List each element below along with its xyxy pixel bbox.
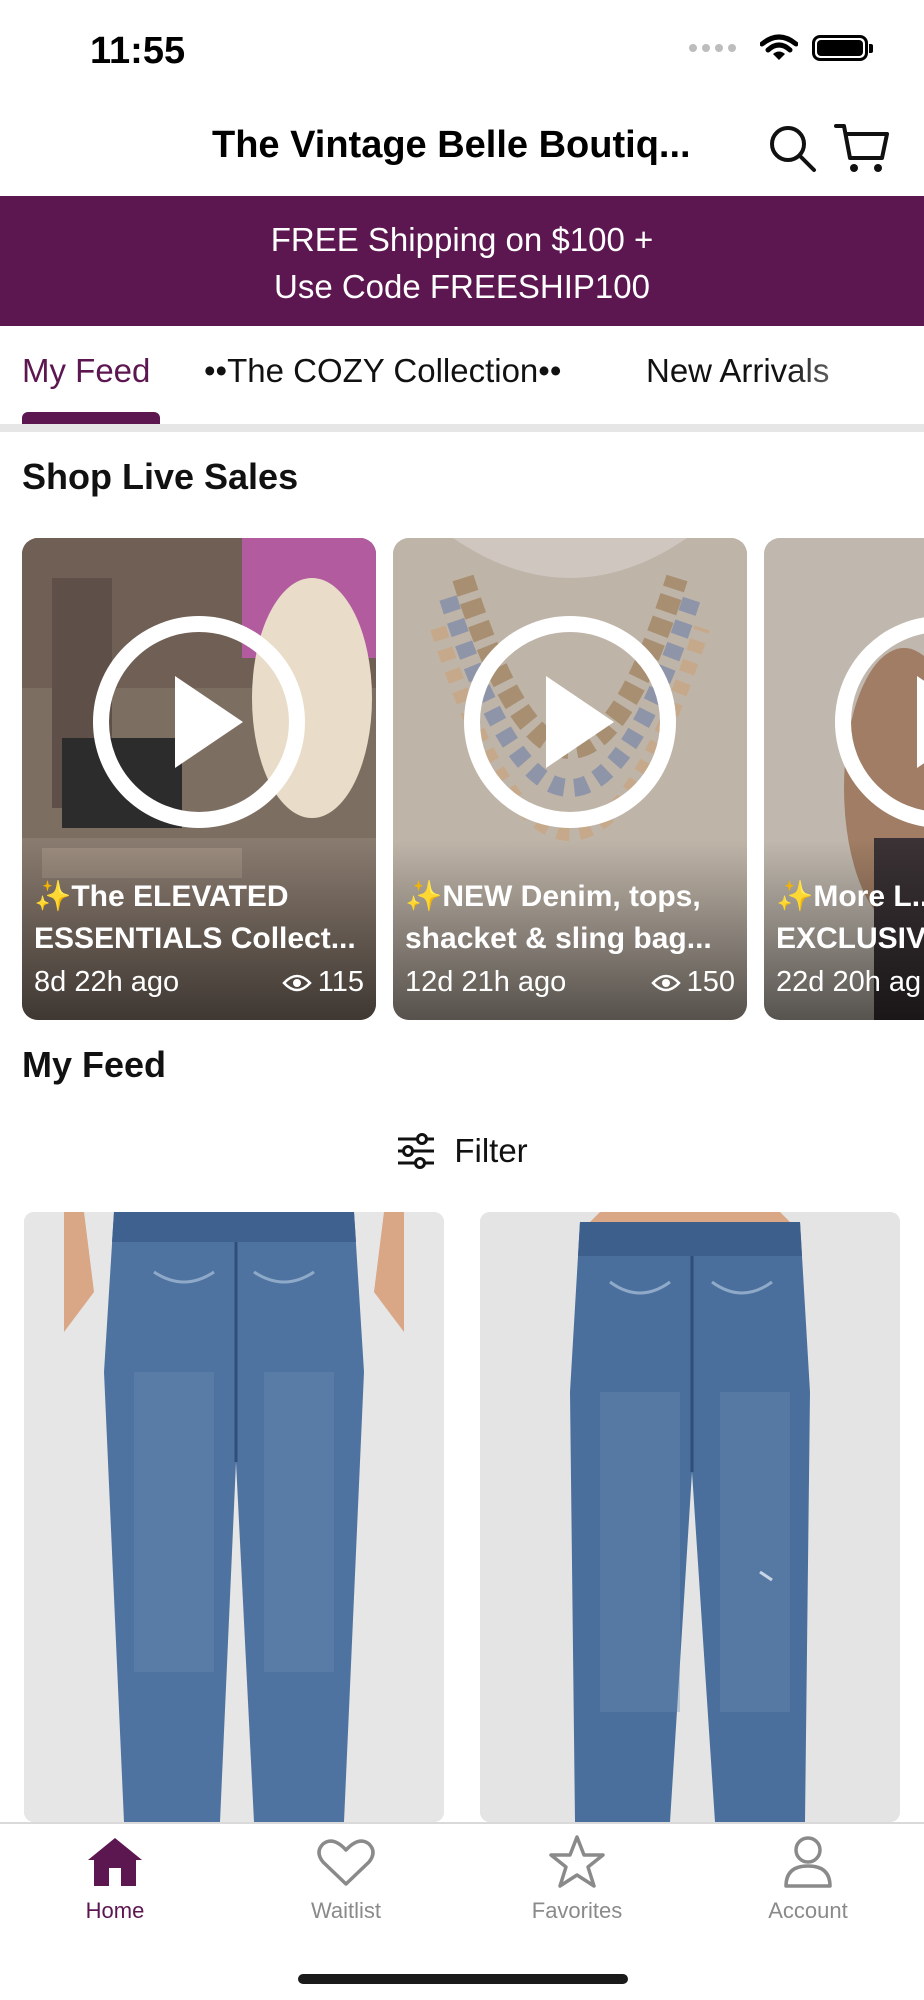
view-count-value: 115: [317, 966, 364, 998]
nav-home[interactable]: Home: [25, 1834, 205, 1924]
live-sale-age: 12d 21h ago: [405, 966, 567, 998]
play-icon: [464, 616, 676, 828]
view-count: 115: [282, 966, 364, 999]
view-count-value: 150: [686, 966, 735, 998]
live-sale-age: 22d 20h ag: [776, 966, 922, 998]
battery-icon: [812, 35, 873, 61]
nav-label: Account: [768, 1898, 848, 1923]
filter-button[interactable]: Filter: [0, 1126, 924, 1176]
promo-line-2: Use Code FREESHIP100: [273, 268, 650, 305]
nav-label: Home: [85, 1898, 145, 1923]
product-image: [24, 1212, 444, 1822]
live-sale-title: ✨NEW Denim, tops, shacket & sling bag...: [405, 876, 735, 960]
sparkles-icon: ✨: [34, 880, 72, 913]
sparkles-icon: ✨: [776, 880, 814, 913]
sliders-icon: [398, 1133, 435, 1169]
app-header: The Vintage Belle Boutiq...: [0, 104, 924, 196]
nav-favorites[interactable]: Favorites: [487, 1834, 667, 1924]
tab-my-feed[interactable]: My Feed: [22, 352, 150, 390]
product-card[interactable]: [480, 1212, 900, 1822]
play-icon: [835, 617, 924, 827]
nav-waitlist[interactable]: Waitlist: [256, 1834, 436, 1924]
store-title: The Vintage Belle Boutiq...: [212, 124, 691, 166]
home-indicator: [298, 1974, 628, 1984]
view-count: 150: [650, 966, 735, 999]
live-sale-age: 8d 22h ago: [34, 966, 180, 998]
live-sale-title: ✨The ELEVATED ESSENTIALS Collect...: [34, 876, 364, 960]
filter-label: Filter: [454, 1132, 528, 1169]
live-sale-title-line1: The ELEVATED: [71, 880, 289, 913]
product-image: [480, 1212, 900, 1822]
product-card[interactable]: [24, 1212, 444, 1822]
live-sale-title-line2: EXCLUSIVE: [776, 922, 924, 955]
cart-button[interactable]: [832, 118, 892, 178]
live-sale-card[interactable]: ✨The ELEVATED ESSENTIALS Collect... 8d 2…: [22, 538, 376, 1020]
status-bar: 11:55: [0, 0, 924, 104]
tab-cozy-collection[interactable]: ••The COZY Collection••: [204, 352, 561, 390]
active-tab-indicator: [22, 412, 160, 424]
live-sale-title-line2: shacket & sling bag...: [405, 922, 712, 955]
nav-label: Favorites: [531, 1898, 623, 1923]
live-sale-card[interactable]: ✨More L... EXCLUSIVE 22d 20h ag: [764, 538, 924, 1020]
wifi-icon: [760, 34, 798, 60]
nav-account[interactable]: Account: [718, 1834, 898, 1924]
live-sale-title-line1: More L...: [813, 880, 924, 913]
person-icon: [784, 1836, 832, 1888]
eye-icon: [650, 974, 681, 991]
live-sale-title: ✨More L... EXCLUSIVE: [776, 876, 924, 960]
feed-heading: My Feed: [22, 1044, 167, 1085]
promo-banner[interactable]: FREE Shipping on $100 + Use Code FREESHI…: [0, 196, 924, 326]
live-sale-title-line2: ESSENTIALS Collect...: [34, 922, 356, 955]
divider: [0, 424, 924, 432]
cart-icon: [834, 124, 889, 172]
play-icon: [93, 616, 305, 828]
live-sale-title-line1: NEW Denim, tops,: [442, 880, 701, 913]
promo-line-1: FREE Shipping on $100 +: [270, 221, 654, 258]
cellular-signal-icon: [689, 44, 736, 52]
search-icon: [770, 126, 816, 172]
sparkles-icon: ✨: [405, 880, 443, 913]
live-sale-card[interactable]: ✨NEW Denim, tops, shacket & sling bag...…: [393, 538, 747, 1020]
status-icons: [689, 34, 873, 62]
heart-icon: [317, 1839, 375, 1886]
live-sales-carousel[interactable]: ✨The ELEVATED ESSENTIALS Collect... 8d 2…: [0, 538, 924, 1020]
home-icon: [88, 1838, 142, 1886]
status-time: 11:55: [90, 30, 186, 72]
category-tabs: My Feed ••The COZY Collection•• New Arri…: [0, 326, 924, 424]
search-button[interactable]: [762, 118, 822, 178]
nav-label: Waitlist: [310, 1898, 382, 1923]
tabs-fade: [784, 326, 924, 424]
eye-icon: [282, 974, 312, 991]
live-sales-heading: Shop Live Sales: [22, 456, 299, 497]
star-icon: [549, 1835, 605, 1888]
